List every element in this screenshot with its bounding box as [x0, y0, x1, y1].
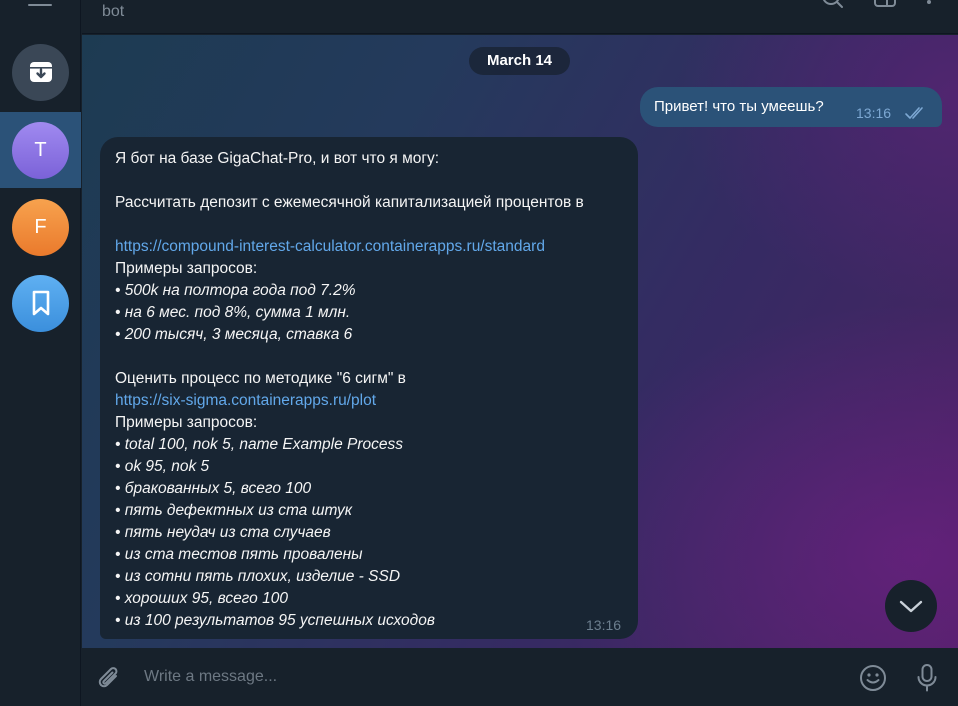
avatar: F [12, 198, 69, 256]
message-time: 13:16 [856, 105, 892, 121]
archive-avatar [12, 43, 69, 101]
more-options-icon[interactable] [916, 0, 942, 14]
archive-icon [29, 62, 52, 82]
message-line: Примеры запросов: [115, 260, 258, 277]
read-checkmarks-icon [905, 107, 923, 119]
message-line: Я бот на базе GigaChat-Pro, и вот что я … [115, 150, 440, 167]
example-line: • пять дефектных из ста штук [115, 502, 353, 519]
example-line: • total 100, nok 5, name Example Process [115, 436, 404, 453]
chat-item-t[interactable]: T [0, 112, 81, 188]
date-separator: March 14 [469, 47, 570, 75]
message-line: Примеры запросов: [115, 414, 258, 431]
message-text: Привет! что ты умеешь? [654, 98, 824, 115]
chat-item-f[interactable]: F [0, 189, 81, 265]
example-line: • пять неудач из ста случаев [115, 524, 331, 541]
chevron-down-icon [899, 600, 923, 613]
example-line: • 500k на полтора года под 7.2% [115, 282, 356, 299]
message-time: 13:16 [586, 617, 622, 633]
saved-messages-item[interactable] [0, 265, 81, 341]
compound-interest-link[interactable]: https://compound-interest-calculator.con… [115, 236, 630, 258]
example-line: • из 100 результатов 95 успешных исходов [115, 612, 435, 629]
chat-title[interactable]: bot [102, 3, 124, 21]
paperclip-icon[interactable] [96, 665, 124, 693]
example-line: • хороших 95, всего 100 [115, 590, 288, 607]
incoming-message[interactable]: Я бот на базе GigaChat-Pro, и вот что я … [100, 137, 638, 639]
microphone-icon[interactable] [912, 662, 942, 694]
sidebar-toggle-icon[interactable] [872, 0, 898, 14]
example-line: • из сотни пять плохих, изделие - SSD [115, 568, 401, 585]
example-line: • 200 тысяч, 3 месяца, ставка 6 [115, 326, 353, 343]
message-line [115, 346, 630, 368]
message-text: Я бот на базе GigaChat-Pro, и вот что я … [115, 148, 630, 632]
example-line: • ok 95, nok 5 [115, 458, 210, 475]
message-line: Рассчитать депозит с ежемесячной капитал… [115, 194, 584, 211]
avatar-letter: F [34, 215, 47, 238]
outgoing-message[interactable]: Привет! что ты умеешь? 13:16 [640, 87, 942, 127]
example-line: • бракованных 5, всего 100 [115, 480, 312, 497]
avatar: T [12, 121, 69, 179]
message-line [115, 170, 630, 192]
archive-chat-item[interactable] [0, 34, 81, 110]
folder-sidebar: T F [0, 0, 81, 706]
example-line: • из ста тестов пять провалены [115, 546, 363, 563]
avatar [12, 274, 69, 332]
bookmark-icon [32, 290, 49, 316]
message-composer [82, 649, 958, 706]
emoji-icon[interactable] [858, 663, 888, 693]
example-line: • на 6 мес. под 8%, сумма 1 млн. [115, 304, 351, 321]
chat-header: bot [82, 0, 958, 34]
search-icon[interactable] [820, 0, 846, 14]
message-input[interactable] [144, 665, 834, 689]
message-list[interactable]: March 14 Привет! что ты умеешь? 13:16 Я … [82, 35, 958, 648]
avatar-letter: T [34, 138, 47, 161]
six-sigma-link[interactable]: https://six-sigma.containerapps.ru/plot [115, 390, 630, 412]
menu-icon[interactable] [28, 0, 52, 12]
message-line: Оценить процесс по методике "6 сигм" в [115, 370, 406, 387]
scroll-to-bottom-button[interactable] [885, 580, 937, 632]
